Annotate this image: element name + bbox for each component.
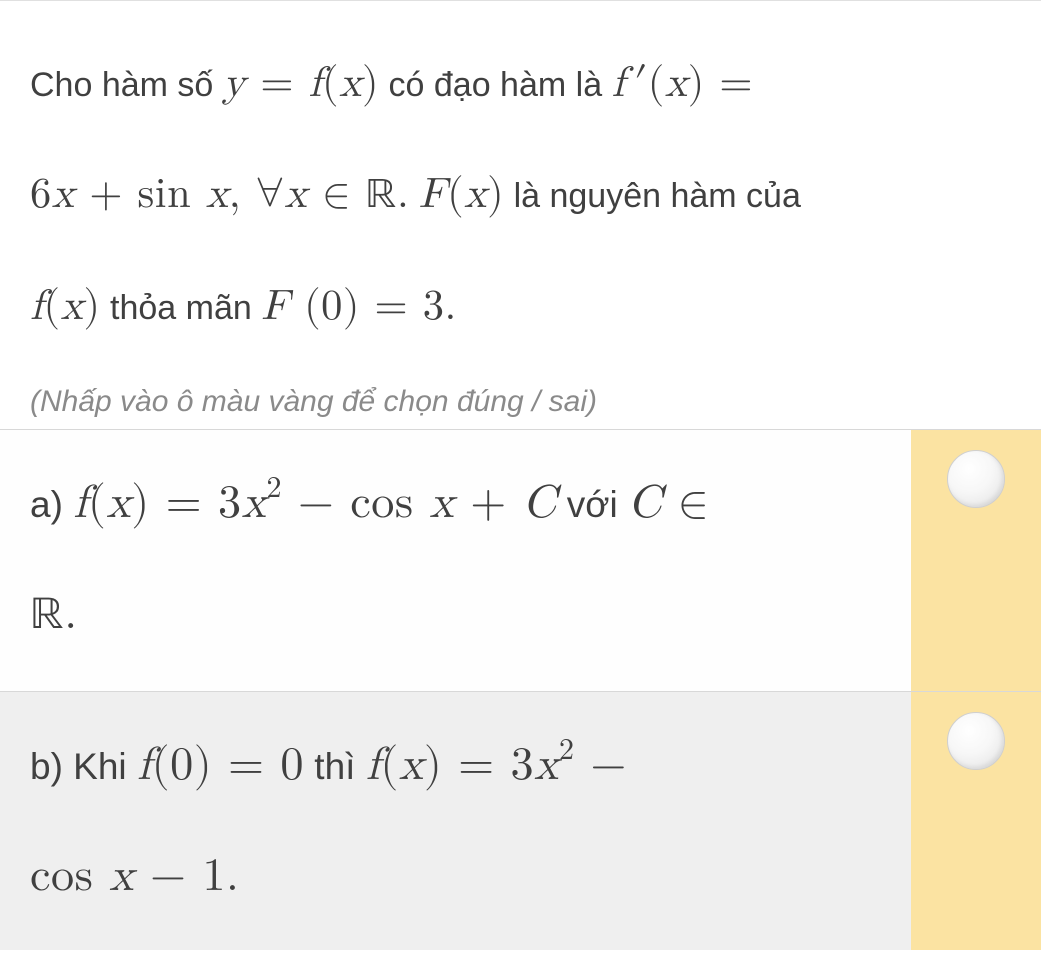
option-label: b) Khi: [30, 746, 137, 787]
question-line-1: Cho hàm số y = f(x) có đạo hàm là f ′(x)…: [30, 29, 1011, 140]
text-fragment: với: [557, 484, 629, 525]
answer-a: a) f(x) = 3x2 − cos x + C với C ∈ ℝ.: [0, 429, 1041, 691]
math-expr: 6x + sin x, ∀x ∈ ℝ.: [30, 174, 409, 216]
answer-a-line-1: a) f(x) = 3x2 − cos x + C với C ∈: [30, 448, 891, 559]
math-expr: f(x) = 3x2 −: [366, 742, 627, 788]
math-expr: f ′(x) =: [612, 63, 753, 105]
instruction-text: (Nhấp vào ô màu vàng để chọn đúng / sai): [0, 373, 1041, 429]
math-expr: F (0) = 3.: [261, 286, 457, 328]
text-fragment: có đạo hàm là: [389, 66, 612, 104]
math-expr: f(x) = 3x2 − cos x + C: [73, 480, 556, 526]
text-fragment: thỏa mãn: [110, 289, 261, 327]
answer-b-line-1: b) Khi f(0) = 0 thì f(x) = 3x2 −: [30, 710, 891, 821]
math-expr: C ∈: [628, 480, 709, 526]
answer-b: b) Khi f(0) = 0 thì f(x) = 3x2 − cos x −…: [0, 691, 1041, 950]
text-fragment: thì: [304, 746, 366, 787]
text-fragment: Cho hàm số: [30, 66, 223, 104]
answer-b-text: b) Khi f(0) = 0 thì f(x) = 3x2 − cos x −…: [0, 692, 911, 950]
question-line-2: 6x + sin x, ∀x ∈ ℝ. F(x) là nguyên hàm c…: [30, 140, 1011, 253]
math-expr: f(x): [30, 286, 101, 328]
question-line-3: f(x) thỏa mãn F (0) = 3.: [30, 252, 1011, 363]
answer-a-text: a) f(x) = 3x2 − cos x + C với C ∈ ℝ.: [0, 430, 911, 691]
option-label: a): [30, 484, 73, 525]
answer-b-line-2: cos x − 1.: [30, 821, 891, 932]
answer-a-toggle-area[interactable]: [911, 430, 1041, 691]
math-expr: cos x − 1.: [30, 853, 239, 899]
math-expr: ℝ.: [30, 591, 78, 637]
question-block: Cho hàm số y = f(x) có đạo hàm là f ′(x)…: [0, 0, 1041, 373]
answer-b-toggle-area[interactable]: [911, 692, 1041, 950]
answer-a-line-2: ℝ.: [30, 559, 891, 673]
text-fragment: là nguyên hàm của: [514, 177, 801, 215]
toggle-circle-icon[interactable]: [947, 712, 1005, 770]
quiz-container: Cho hàm số y = f(x) có đạo hàm là f ′(x)…: [0, 0, 1041, 950]
math-expr: y = f(x): [223, 63, 379, 105]
math-expr: F(x): [419, 174, 504, 216]
toggle-circle-icon[interactable]: [947, 450, 1005, 508]
math-expr: f(0) = 0: [137, 742, 304, 788]
